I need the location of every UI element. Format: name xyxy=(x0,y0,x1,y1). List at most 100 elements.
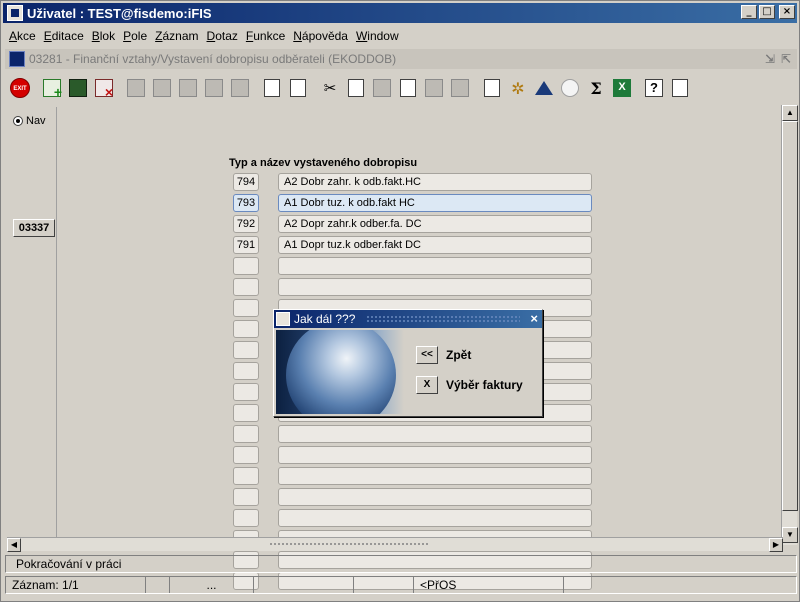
exit-button[interactable]: EXIT xyxy=(9,77,31,99)
scroll-down-arrow-icon[interactable]: ▼ xyxy=(782,527,798,543)
row-number-field[interactable] xyxy=(233,257,259,275)
insert-record-button[interactable] xyxy=(41,77,63,100)
menu-dotaz[interactable]: Dotaz xyxy=(203,27,242,45)
row-number-field[interactable]: 791 xyxy=(233,236,259,254)
row-number-field[interactable] xyxy=(233,425,259,443)
row-number-field[interactable] xyxy=(233,404,259,422)
row-number-field[interactable] xyxy=(233,278,259,296)
window-title: Uživatel : TEST@fisdemo:iFIS xyxy=(27,5,212,21)
scroll-right-arrow-icon[interactable]: ▶ xyxy=(769,538,783,552)
row-number-field[interactable] xyxy=(233,320,259,338)
list-button[interactable] xyxy=(423,77,445,99)
close-button[interactable]: × xyxy=(779,5,795,19)
row-number-field[interactable] xyxy=(233,299,259,317)
triangle-button[interactable] xyxy=(533,77,555,99)
print-preview-button[interactable] xyxy=(287,77,309,99)
settings-button[interactable]: ✲ xyxy=(507,77,529,99)
menu-funkce[interactable]: Funkce xyxy=(242,27,289,45)
sort-desc-button[interactable] xyxy=(203,77,225,99)
excel-export-button[interactable]: X xyxy=(611,77,633,99)
sum-button[interactable]: Σ xyxy=(585,77,607,99)
sort-asc-button[interactable] xyxy=(177,77,199,99)
calculator-button[interactable] xyxy=(481,77,503,99)
back-button[interactable]: << Zpět xyxy=(416,346,471,364)
title-bar[interactable]: Uživatel : TEST@fisdemo:iFIS _ □ × xyxy=(3,3,797,23)
row-number-field[interactable]: 794 xyxy=(233,173,259,191)
table-row[interactable]: 791 A1 Dopr tuz.k odber.fakt DC xyxy=(229,234,592,255)
clock-button[interactable] xyxy=(559,77,581,99)
table-row[interactable]: 792 A2 Dopr zahr.k odber.fa. DC xyxy=(229,213,592,234)
row-name-field[interactable] xyxy=(278,257,592,275)
copy-button[interactable] xyxy=(345,77,367,99)
row-name-field[interactable] xyxy=(278,446,592,464)
table-row[interactable] xyxy=(229,465,592,486)
row-name-field[interactable] xyxy=(278,509,592,527)
maximize-button[interactable]: □ xyxy=(759,5,775,19)
row-name-field[interactable] xyxy=(278,278,592,296)
row-number-field[interactable] xyxy=(233,362,259,380)
menu-napoveda[interactable]: Nápověda xyxy=(289,27,352,45)
nav-radio[interactable]: Nav xyxy=(13,115,46,127)
form-code-button[interactable]: 03337 xyxy=(13,219,55,237)
form-maximize-icon[interactable]: ⇱ xyxy=(781,52,791,66)
table-row[interactable] xyxy=(229,486,592,507)
filter-button[interactable] xyxy=(229,77,251,99)
menu-zaznam[interactable]: Záznam xyxy=(151,27,202,45)
app-icon[interactable] xyxy=(7,5,23,21)
columns-button[interactable] xyxy=(449,77,471,99)
form-minimize-icon[interactable]: ⇲ xyxy=(765,52,775,66)
row-name-field[interactable] xyxy=(278,467,592,485)
row-name-field[interactable]: A2 Dopr zahr.k odber.fa. DC xyxy=(278,215,592,233)
find-button[interactable] xyxy=(397,77,419,99)
paste-button[interactable] xyxy=(371,77,393,99)
print-button[interactable] xyxy=(261,77,283,99)
delete-record-button[interactable] xyxy=(93,77,115,100)
menu-akce[interactable]: Akce xyxy=(5,27,40,45)
row-name-field[interactable] xyxy=(278,425,592,443)
menu-editace[interactable]: Editace xyxy=(40,27,88,45)
back-button-label: Zpět xyxy=(446,348,472,362)
table-row[interactable] xyxy=(229,255,592,276)
scroll-thumb[interactable] xyxy=(782,121,798,511)
vertical-scrollbar[interactable]: ▲ ▼ xyxy=(781,105,798,545)
window-controls: _ □ × xyxy=(741,5,795,19)
table-row[interactable] xyxy=(229,276,592,297)
row-number-field[interactable] xyxy=(233,383,259,401)
menu-window[interactable]: Window xyxy=(352,27,403,45)
row-number-field[interactable] xyxy=(233,467,259,485)
table-row[interactable]: 793 A1 Dobr tuz. k odb.fakt HC xyxy=(229,192,592,213)
dialog-title-bar[interactable]: Jak dál ??? × xyxy=(274,310,542,328)
row-number-field[interactable] xyxy=(233,488,259,506)
select-invoice-button[interactable]: X Výběr faktury xyxy=(416,376,523,394)
scroll-left-arrow-icon[interactable]: ◀ xyxy=(7,538,21,552)
table-row[interactable] xyxy=(229,444,592,465)
row-number-field[interactable] xyxy=(233,509,259,527)
menu-blok[interactable]: Blok xyxy=(88,27,119,45)
row-number-field[interactable] xyxy=(233,446,259,464)
table-row[interactable] xyxy=(229,507,592,528)
row-number-field[interactable] xyxy=(233,341,259,359)
horizontal-scrollbar[interactable]: ◀ ▶ xyxy=(7,537,783,552)
query-execute-button[interactable] xyxy=(151,77,173,99)
help-button[interactable]: ? xyxy=(643,77,665,99)
row-name-field[interactable] xyxy=(278,488,592,506)
save-button[interactable] xyxy=(67,77,89,99)
row-number-field[interactable]: 792 xyxy=(233,215,259,233)
row-name-field[interactable]: A2 Dobr zahr. k odb.fakt.HC xyxy=(278,173,592,191)
triangle-icon xyxy=(535,81,553,95)
row-name-field[interactable]: A1 Dopr tuz.k odber.fakt DC xyxy=(278,236,592,254)
menu-pole[interactable]: Pole xyxy=(119,27,151,45)
query-enter-button[interactable] xyxy=(125,77,147,99)
scroll-up-arrow-icon[interactable]: ▲ xyxy=(782,105,798,121)
row-name-field[interactable]: A1 Dobr tuz. k odb.fakt HC xyxy=(278,194,592,212)
dialog-close-icon[interactable]: × xyxy=(530,311,538,326)
scroll-grip[interactable] xyxy=(269,542,429,546)
table-row[interactable] xyxy=(229,423,592,444)
table-row[interactable]: 794 A2 Dobr zahr. k odb.fakt.HC xyxy=(229,171,592,192)
form-title: 03281 - Finanční vztahy/Vystavení dobrop… xyxy=(29,52,397,66)
form-title-bar[interactable]: 03281 - Finanční vztahy/Vystavení dobrop… xyxy=(5,49,797,69)
minimize-button[interactable]: _ xyxy=(741,5,757,19)
window-list-button[interactable] xyxy=(669,77,691,99)
row-number-field[interactable]: 793 xyxy=(233,194,259,212)
cut-button[interactable]: ✂ xyxy=(319,77,341,99)
